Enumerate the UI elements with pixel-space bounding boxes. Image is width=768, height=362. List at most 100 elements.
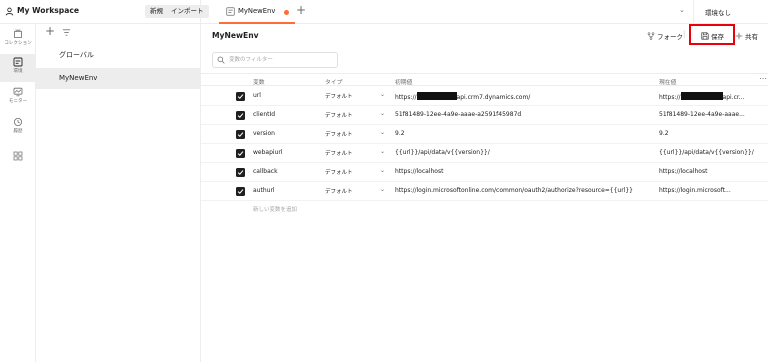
tab-mynewenv[interactable]: MyNewEnv xyxy=(219,0,295,24)
enable-checkbox[interactable] xyxy=(236,149,245,158)
environments-icon xyxy=(13,57,23,67)
chevron-down-icon[interactable]: ⌄ xyxy=(380,186,385,193)
divider xyxy=(693,0,694,24)
initial-value[interactable]: 9.2 xyxy=(395,130,645,137)
check-icon xyxy=(237,170,244,176)
save-label: 保存 xyxy=(711,33,724,41)
current-value[interactable]: 9.2 xyxy=(659,130,759,137)
initial-value[interactable]: 51f81489-12ee-4a9e-aaae-a2591f45987d xyxy=(395,111,645,118)
apps-icon xyxy=(13,151,23,161)
fork-label: フォーク xyxy=(657,33,683,41)
column-current-value: 現在値 xyxy=(659,80,677,86)
new-button[interactable]: 新規 xyxy=(145,5,168,18)
enable-checkbox[interactable] xyxy=(236,111,245,120)
redacted-block xyxy=(416,92,457,100)
add-variable-input[interactable]: 新しい変数を追加 xyxy=(253,205,297,213)
save-button[interactable]: 保存 xyxy=(701,31,724,41)
check-icon xyxy=(237,94,244,100)
check-icon xyxy=(237,113,244,119)
add-environment-button[interactable]: + xyxy=(45,24,55,38)
import-button[interactable]: インポート xyxy=(166,5,209,18)
url-suffix: api.cr... xyxy=(722,94,745,101)
search-icon xyxy=(217,56,225,64)
table-header: 変数 タイプ 初期値 現在値 ⋯ xyxy=(201,73,768,86)
current-value[interactable]: 51f81489-12ee-4a9e-aaae... xyxy=(659,111,759,118)
check-icon xyxy=(237,189,244,195)
initial-value[interactable]: {{url}}/api/data/v{{version}}/ xyxy=(395,149,645,156)
url-prefix: https:// xyxy=(395,94,417,101)
chevron-down-icon[interactable]: ⌄ xyxy=(380,110,385,117)
sidebar-item-monitor[interactable]: モニター xyxy=(0,84,36,112)
enable-checkbox[interactable] xyxy=(236,168,245,177)
check-icon xyxy=(237,151,244,157)
workspace-header: My Workspace 新規 インポート xyxy=(0,0,209,24)
type-select[interactable]: デフォルト xyxy=(325,168,375,176)
environment-selector[interactable]: 環境なし xyxy=(705,7,731,17)
rail-label: モニター xyxy=(8,99,28,104)
type-select[interactable]: デフォルト xyxy=(325,130,375,138)
column-variable: 変数 xyxy=(253,80,265,86)
initial-value[interactable]: https:// api.crm7.dynamics.com/ xyxy=(395,92,645,101)
workspace-title[interactable]: My Workspace xyxy=(17,6,79,15)
chevron-down-icon[interactable]: ⌄ xyxy=(380,148,385,155)
initial-value[interactable]: https://localhost xyxy=(395,168,645,175)
enable-checkbox[interactable] xyxy=(236,187,245,196)
current-value[interactable]: https://login.microsoft... xyxy=(659,187,759,194)
current-value[interactable]: https://localhost xyxy=(659,168,759,175)
list-item[interactable]: MyNewEnv xyxy=(36,68,200,89)
column-type: タイプ xyxy=(325,80,343,86)
new-tab-button[interactable]: + xyxy=(296,3,306,17)
page-title[interactable]: MyNewEnv xyxy=(212,31,259,40)
current-value[interactable]: https:// api.cr... xyxy=(659,92,759,101)
filter-icon[interactable] xyxy=(62,28,71,37)
url-suffix: api.crm7.dynamics.com/ xyxy=(456,94,531,101)
variable-name[interactable]: authurl xyxy=(253,187,313,194)
global-environment[interactable]: グローバル xyxy=(59,50,94,60)
chevron-down-icon[interactable]: ⌄ xyxy=(380,167,385,174)
sidebar-item-collections[interactable]: コレクション xyxy=(0,26,36,54)
type-select[interactable]: デフォルト xyxy=(325,92,375,100)
type-select[interactable]: デフォルト xyxy=(325,149,375,157)
share-icon xyxy=(735,32,743,40)
variable-name[interactable]: version xyxy=(253,130,313,137)
sidebar-item-environments[interactable]: 環境 xyxy=(0,54,36,82)
environment-icon xyxy=(226,7,235,16)
table-row: callback デフォルト ⌄ https://localhost https… xyxy=(201,163,768,182)
divider: | xyxy=(683,30,686,38)
variable-name[interactable]: clientId xyxy=(253,111,313,118)
type-select[interactable]: デフォルト xyxy=(325,187,375,195)
variable-name[interactable]: url xyxy=(253,92,313,99)
environment-editor: MyNewEnv フォーク | 保存 共有 変数のフィルター 変数 タイプ 初期… xyxy=(201,24,768,362)
chevron-down-icon[interactable]: ⌄ xyxy=(380,129,385,136)
fork-button[interactable]: フォーク xyxy=(647,31,683,41)
initial-value[interactable]: https://login.microsoftonline.com/common… xyxy=(395,187,645,194)
variable-filter[interactable] xyxy=(212,52,338,68)
more-options-icon[interactable]: ⋯ xyxy=(759,74,767,83)
sidebar-item-apps[interactable] xyxy=(0,148,36,176)
rail-label: 履歴 xyxy=(13,129,23,134)
sidebar-rail: コレクション 環境 モニター 履歴 xyxy=(0,24,36,362)
url-prefix: https:// xyxy=(659,94,681,101)
rail-label: 環境 xyxy=(13,69,23,74)
table-row: authurl デフォルト ⌄ https://login.microsofto… xyxy=(201,182,768,201)
check-icon xyxy=(237,132,244,138)
collections-icon xyxy=(14,29,22,38)
save-icon xyxy=(701,32,709,40)
variable-name[interactable]: webapiurl xyxy=(253,149,313,156)
sidebar-item-history[interactable]: 履歴 xyxy=(0,114,36,142)
chevron-down-icon[interactable]: ⌄ xyxy=(380,91,385,98)
type-select[interactable]: デフォルト xyxy=(325,111,375,119)
table-row: url デフォルト ⌄ https:// api.crm7.dynamics.co… xyxy=(201,87,768,106)
environment-name: MyNewEnv xyxy=(59,74,98,82)
user-icon xyxy=(5,7,14,16)
chevron-down-icon[interactable]: ⌄ xyxy=(679,6,685,14)
unsaved-indicator xyxy=(284,10,289,15)
fork-icon xyxy=(647,32,655,40)
enable-checkbox[interactable] xyxy=(236,92,245,101)
enable-checkbox[interactable] xyxy=(236,130,245,139)
share-button[interactable]: 共有 xyxy=(735,31,758,41)
current-value[interactable]: {{url}}/api/data/v{{version}}/ xyxy=(659,149,759,156)
search-input[interactable] xyxy=(229,55,334,65)
variable-name[interactable]: callback xyxy=(253,168,313,175)
table-row: clientId デフォルト ⌄ 51f81489-12ee-4a9e-aaae… xyxy=(201,106,768,125)
